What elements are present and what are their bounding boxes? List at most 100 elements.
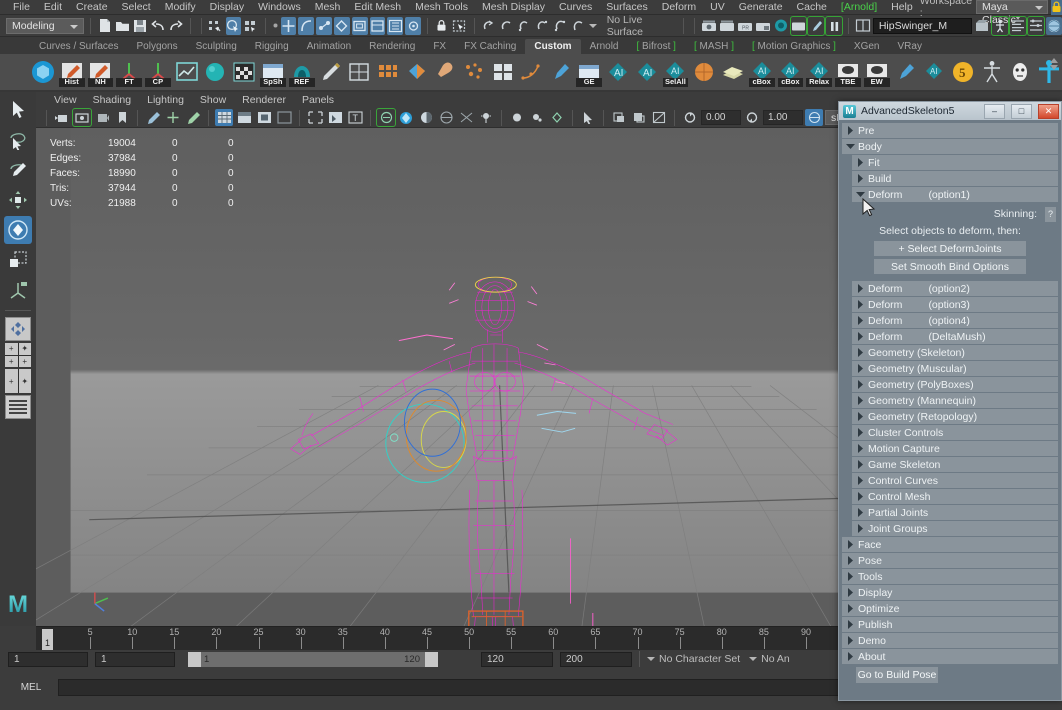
shelf-tab-custom[interactable]: Custom — [525, 39, 580, 54]
tool-scale[interactable] — [4, 246, 32, 274]
shadows-icon[interactable] — [326, 109, 344, 126]
section-deform-option2[interactable]: Deform(option2) — [852, 281, 1058, 296]
shelf-button-nh[interactable]: NH — [88, 58, 114, 87]
grease-pencil-icon[interactable] — [184, 109, 202, 126]
snap-view-plane-button[interactable] — [352, 17, 368, 35]
section-display[interactable]: Display — [842, 585, 1058, 600]
xray-icon[interactable] — [377, 109, 395, 126]
exposure-reset-icon[interactable] — [681, 109, 699, 126]
menu-file[interactable]: File — [6, 0, 37, 15]
character-set-dropdown[interactable]: No Character Set — [647, 653, 740, 665]
modeling-toolkit-button[interactable] — [974, 17, 990, 35]
chevron-down-icon[interactable] — [588, 17, 596, 35]
shelf-button-curve-cv[interactable] — [519, 58, 545, 87]
shelf-tab-sculpting[interactable]: Sculpting — [187, 39, 246, 54]
shelf-button-books[interactable] — [720, 58, 746, 87]
snap-point-button[interactable] — [316, 17, 332, 35]
shelf-button-face-rig[interactable] — [1008, 58, 1034, 87]
bookmark-icon[interactable] — [113, 109, 131, 126]
open-scene-button[interactable] — [114, 17, 130, 35]
shelf-tab-vray[interactable]: VRay — [889, 39, 931, 54]
history-all-button[interactable] — [570, 17, 586, 35]
lock-selection-button[interactable] — [434, 17, 450, 35]
select-by-hierarchy-button[interactable] — [208, 17, 224, 35]
snap-pivot-button[interactable] — [405, 17, 421, 35]
menu-help[interactable]: Help — [884, 0, 920, 15]
shelf-button-sphere[interactable] — [203, 58, 229, 87]
hypershade-button[interactable] — [773, 17, 789, 35]
shelf-button-arnold-1[interactable]: AI — [605, 58, 631, 87]
snap-curve-button[interactable] — [298, 17, 314, 35]
section-geometry-muscular[interactable]: Geometry (Muscular) — [852, 361, 1058, 376]
ipr-render-button[interactable] — [719, 17, 735, 35]
section-publish[interactable]: Publish — [842, 617, 1058, 632]
paint-effects-button[interactable] — [808, 17, 824, 35]
shelf-tab-motion-graphics[interactable]: [ Motion Graphics ] — [743, 39, 845, 54]
isolate-select-icon[interactable] — [508, 109, 526, 126]
gamma-icon[interactable] — [630, 109, 648, 126]
section-partial-joints[interactable]: Partial Joints — [852, 505, 1058, 520]
flat-shade-icon[interactable] — [275, 109, 293, 126]
shelf-button-particles[interactable] — [461, 58, 487, 87]
layout-four-view-button[interactable]: + ✦ + + — [5, 343, 31, 367]
shelf-tab-animation[interactable]: Animation — [298, 39, 360, 54]
command-language-label[interactable]: MEL — [10, 682, 52, 693]
select-by-component-button[interactable] — [243, 17, 259, 35]
undo-button[interactable] — [150, 17, 166, 35]
shelf-tab-rendering[interactable]: Rendering — [360, 39, 424, 54]
select-deform-joints-button[interactable]: + Select DeformJoints — [874, 241, 1026, 256]
minimize-button[interactable]: – — [984, 104, 1005, 119]
shelf-button-lattice[interactable] — [346, 58, 372, 87]
menu-create[interactable]: Create — [69, 0, 115, 15]
isolate-add-icon[interactable] — [528, 109, 546, 126]
menu-surfaces[interactable]: Surfaces — [599, 0, 654, 15]
shelf-button-arrow-down-blue[interactable] — [548, 58, 574, 87]
menu-curves[interactable]: Curves — [552, 0, 599, 15]
use-all-lights-icon[interactable] — [306, 109, 324, 126]
section-deform-option1[interactable]: Deform (option1) — [852, 187, 1058, 202]
toggle-sidebar-button[interactable] — [855, 17, 871, 35]
shelf-tab-mash[interactable]: [ MASH ] — [685, 39, 743, 54]
text-display-icon[interactable]: T — [346, 109, 364, 126]
snap-plane-button[interactable] — [334, 17, 350, 35]
render-sequence-button[interactable]: PR — [737, 17, 753, 35]
render-current-frame-button[interactable] — [701, 17, 717, 35]
menuset-select[interactable]: Modeling — [6, 18, 84, 34]
maximize-button[interactable]: □ — [1011, 104, 1032, 119]
section-deform-option3[interactable]: Deform(option3) — [852, 297, 1058, 312]
shelf-button-selall[interactable]: AI SelAll — [663, 58, 689, 87]
history-output-button[interactable] — [516, 17, 532, 35]
render-view-button[interactable] — [791, 17, 807, 35]
shelf-button-ref[interactable]: REF — [289, 58, 315, 87]
menu-mesh-tools[interactable]: Mesh Tools — [408, 0, 475, 15]
select-tool-icon[interactable] — [579, 109, 597, 126]
advanced-skeleton-title-bar[interactable]: M AdvancedSkeleton5 – □ ✕ — [839, 102, 1061, 120]
advanced-skeleton-window[interactable]: M AdvancedSkeleton5 – □ ✕ Pre Body — [838, 101, 1062, 701]
human-ik-button[interactable] — [992, 17, 1008, 35]
shelf-button-tbe[interactable]: TBE — [835, 58, 861, 87]
go-to-build-pose-button[interactable]: Go to Build Pose — [856, 667, 938, 683]
range-slider[interactable]: 1 120 — [188, 652, 438, 667]
shelf-button-quad-grid[interactable] — [490, 58, 516, 87]
anim-end-field[interactable]: 200 — [560, 652, 632, 667]
xray-joints-icon[interactable] — [397, 109, 415, 126]
shelf-button-arnold-2[interactable]: AI — [634, 58, 660, 87]
layout-quad-2[interactable]: ✦ — [19, 343, 32, 355]
layout-single-view-button[interactable] — [5, 317, 31, 341]
shelf-button-hist[interactable]: Hist — [59, 58, 85, 87]
set-smooth-bind-options-button[interactable]: Set Smooth Bind Options — [874, 259, 1026, 274]
shelf-tab-arnold[interactable]: Arnold — [581, 39, 628, 54]
close-button[interactable]: ✕ — [1038, 104, 1059, 119]
shelf-button-arrow-blue-2[interactable] — [893, 58, 919, 87]
render-settings-button[interactable] — [755, 17, 771, 35]
shelf-button-grid-orange[interactable] — [375, 58, 401, 87]
shelf-tab-xgen[interactable]: XGen — [845, 39, 889, 54]
menu-select[interactable]: Select — [115, 0, 158, 15]
settings-globe-button[interactable] — [1046, 17, 1062, 35]
menu-deform[interactable]: Deform — [655, 0, 703, 15]
workspace-lock-button[interactable] — [1051, 0, 1062, 15]
section-control-mesh[interactable]: Control Mesh — [852, 489, 1058, 504]
new-scene-button[interactable] — [97, 17, 113, 35]
layout-quad-3[interactable]: + — [5, 356, 18, 368]
section-fit[interactable]: Fit — [852, 155, 1058, 170]
